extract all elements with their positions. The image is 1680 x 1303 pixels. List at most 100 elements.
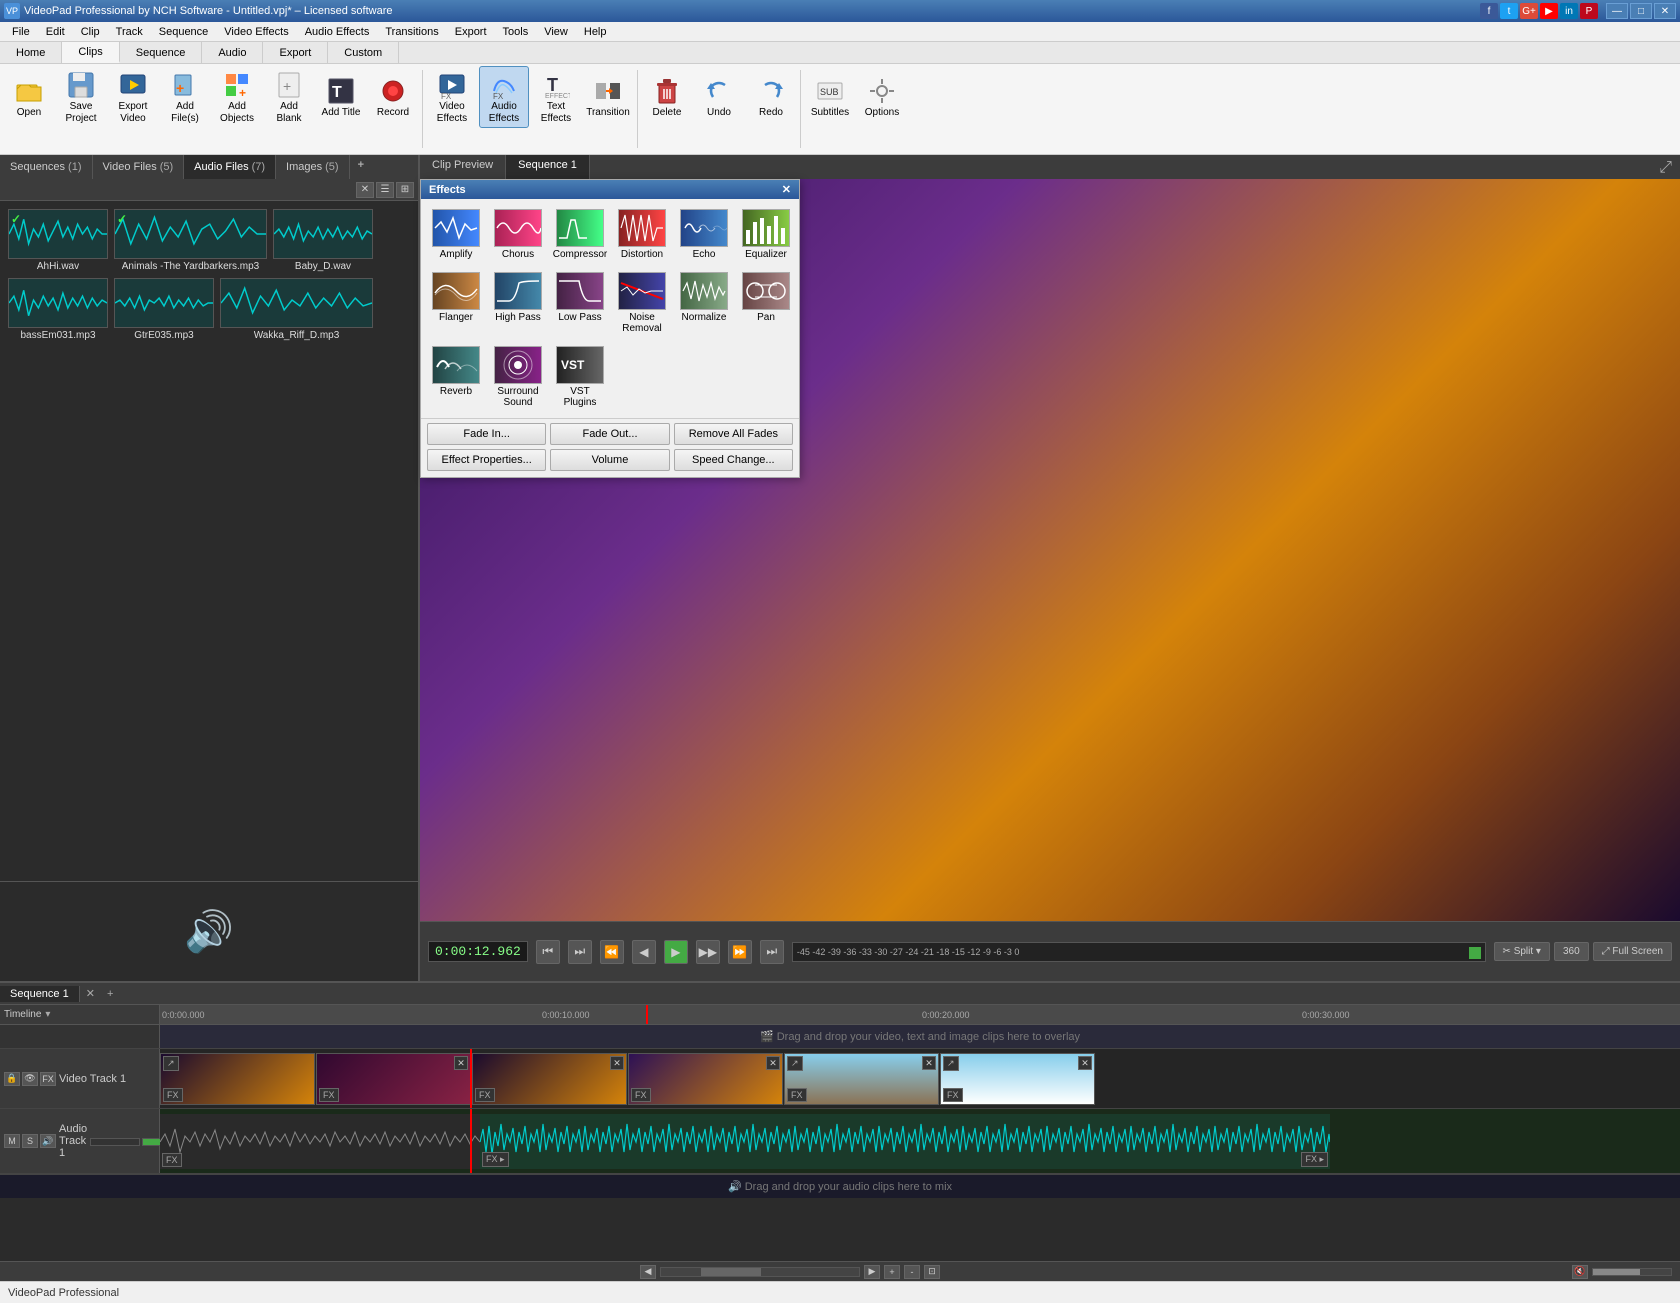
video-clip-3[interactable]: ✕ FX <box>472 1053 627 1105</box>
timeline-scrollbar[interactable] <box>660 1267 860 1277</box>
minimize-button[interactable]: — <box>1606 3 1628 19</box>
audio-volume-slider[interactable] <box>90 1138 140 1146</box>
menu-tools[interactable]: Tools <box>495 24 537 40</box>
tab-audio[interactable]: Audio <box>202 42 263 63</box>
menu-audio-effects[interactable]: Audio Effects <box>297 24 378 40</box>
timeline-dropdown[interactable]: ▾ <box>45 1009 50 1020</box>
effect-properties-button[interactable]: Effect Properties... <box>427 449 546 471</box>
googleplus-icon[interactable]: G+ <box>1520 3 1538 19</box>
effect-compressor[interactable]: Compressor <box>551 205 609 264</box>
file-item-ahhi[interactable]: ✓ AhHi.wav <box>8 209 108 272</box>
menu-video-effects[interactable]: Video Effects <box>216 24 296 40</box>
effect-flanger[interactable]: Flanger <box>427 268 485 338</box>
effect-highpass[interactable]: High Pass <box>489 268 547 338</box>
audio-vol-btn[interactable]: 🔊 <box>40 1134 56 1148</box>
twitter-icon[interactable]: t <box>1500 3 1518 19</box>
linkedin-icon[interactable]: in <box>1560 3 1578 19</box>
rewind-btn[interactable]: ⏪ <box>600 940 624 964</box>
options-button[interactable]: Options <box>857 66 907 128</box>
step-back-btn[interactable]: ⏭ <box>568 940 592 964</box>
tab-sequence[interactable]: Sequence <box>120 42 203 63</box>
tab-export[interactable]: Export <box>263 42 328 63</box>
tab-sequences[interactable]: Sequences (1) <box>0 155 93 179</box>
video-track-fx-btn[interactable]: FX <box>40 1072 56 1086</box>
file-item-wakka[interactable]: Wakka_Riff_D.mp3 <box>220 278 373 341</box>
export-video-button[interactable]: Export Video <box>108 66 158 128</box>
close-button[interactable]: ✕ <box>1654 3 1676 19</box>
redo-button[interactable]: Redo <box>746 66 796 128</box>
audio-mute-btn[interactable]: M <box>4 1134 20 1148</box>
effect-chorus[interactable]: Chorus <box>489 205 547 264</box>
audio-clip-post[interactable]: FX ▸ FX ▸ <box>480 1114 1330 1169</box>
sequence1-tab[interactable]: Sequence 1 <box>506 155 590 179</box>
prev-frame-btn[interactable]: ◀ <box>632 940 656 964</box>
files-list-btn[interactable]: ☰ <box>376 182 394 198</box>
scroll-left-btn[interactable]: ◀ <box>640 1265 656 1279</box>
record-button[interactable]: Record <box>368 66 418 128</box>
fast-forward-btn[interactable]: ⏩ <box>728 940 752 964</box>
scroll-right-btn[interactable]: ▶ <box>864 1265 880 1279</box>
maximize-button[interactable]: □ <box>1630 3 1652 19</box>
tab-video-files[interactable]: Video Files (5) <box>93 155 185 179</box>
effect-amplify[interactable]: Amplify <box>427 205 485 264</box>
menu-clip[interactable]: Clip <box>73 24 108 40</box>
tab-custom[interactable]: Custom <box>328 42 399 63</box>
add-files-button[interactable]: + Add File(s) <box>160 66 210 128</box>
video-clip-4[interactable]: ✕ FX <box>628 1053 783 1105</box>
undo-button[interactable]: Undo <box>694 66 744 128</box>
clip3-fx[interactable]: FX <box>475 1088 495 1102</box>
remove-all-fades-button[interactable]: Remove All Fades <box>674 423 793 445</box>
clip4-fx[interactable]: FX <box>631 1088 651 1102</box>
speed-change-button[interactable]: Speed Change... <box>674 449 793 471</box>
zoom-fit-btn[interactable]: ⊡ <box>924 1265 940 1279</box>
effects-close-btn[interactable]: ✕ <box>782 183 791 196</box>
split-button[interactable]: ✂ Split ▾ <box>1494 942 1550 961</box>
menu-export[interactable]: Export <box>447 24 495 40</box>
file-item-bassem[interactable]: bassEm031.mp3 <box>8 278 108 341</box>
delete-button[interactable]: Delete <box>642 66 692 128</box>
fade-out-button[interactable]: Fade Out... <box>550 423 669 445</box>
effect-echo[interactable]: Echo <box>675 205 733 264</box>
effect-noiserem[interactable]: Noise Removal <box>613 268 671 338</box>
timeline-tab-close-btn[interactable]: ✕ <box>80 985 101 1002</box>
zoom-out-btn[interactable]: - <box>904 1265 920 1279</box>
effect-normalize[interactable]: Normalize <box>675 268 733 338</box>
mute-btn[interactable]: 🔇 <box>1572 1265 1588 1279</box>
clip6-close[interactable]: ✕ <box>1078 1056 1092 1070</box>
menu-track[interactable]: Track <box>108 24 151 40</box>
add-blank-button[interactable]: + Add Blank <box>264 66 314 128</box>
clip-preview-tab[interactable]: Clip Preview <box>420 155 506 179</box>
facebook-icon[interactable]: f <box>1480 3 1498 19</box>
clip5-fx[interactable]: FX <box>787 1088 807 1102</box>
youtube-icon[interactable]: ▶ <box>1540 3 1558 19</box>
clip2-close[interactable]: ✕ <box>454 1056 468 1070</box>
clip4-close[interactable]: ✕ <box>766 1056 780 1070</box>
file-item-animals[interactable]: ✓ Animals -The Yardbarkers.mp3 <box>114 209 267 272</box>
save-project-button[interactable]: Save Project <box>56 66 106 128</box>
effect-equalizer[interactable]: Equalizer <box>737 205 795 264</box>
clip2-fx[interactable]: FX <box>319 1088 339 1102</box>
text-effects-button[interactable]: TEFFECTS Text Effects <box>531 66 581 128</box>
360-button[interactable]: 360 <box>1554 942 1589 961</box>
fullscreen-button[interactable]: ⤢ Full Screen <box>1593 942 1672 961</box>
add-title-button[interactable]: T Add Title <box>316 66 366 128</box>
zoom-in-btn[interactable]: + <box>884 1265 900 1279</box>
video-effects-button[interactable]: FX Video Effects <box>427 66 477 128</box>
video-track-lock-btn[interactable]: 🔒 <box>4 1072 20 1086</box>
video-clip-1[interactable]: ↗ FX <box>160 1053 315 1105</box>
menu-edit[interactable]: Edit <box>38 24 73 40</box>
next-frame-btn[interactable]: ▶▶ <box>696 940 720 964</box>
expand-preview-btn[interactable]: ⤢ <box>1651 155 1680 179</box>
add-objects-button[interactable]: + Add Objects <box>212 66 262 128</box>
effect-pan[interactable]: Pan <box>737 268 795 338</box>
audio-clip-post-fx2[interactable]: FX ▸ <box>1301 1152 1328 1167</box>
files-delete-btn[interactable]: ✕ <box>356 182 374 198</box>
clip5-close[interactable]: ✕ <box>922 1056 936 1070</box>
audio-clip-post-fx[interactable]: FX ▸ <box>482 1152 509 1167</box>
menu-file[interactable]: File <box>4 24 38 40</box>
tab-audio-files[interactable]: Audio Files (7) <box>184 155 276 179</box>
skip-to-end-btn[interactable]: ⏭ <box>760 940 784 964</box>
open-button[interactable]: Open <box>4 66 54 128</box>
video-clip-5[interactable]: ↗ ✕ FX <box>784 1053 939 1105</box>
effect-surround[interactable]: Surround Sound <box>489 342 547 412</box>
